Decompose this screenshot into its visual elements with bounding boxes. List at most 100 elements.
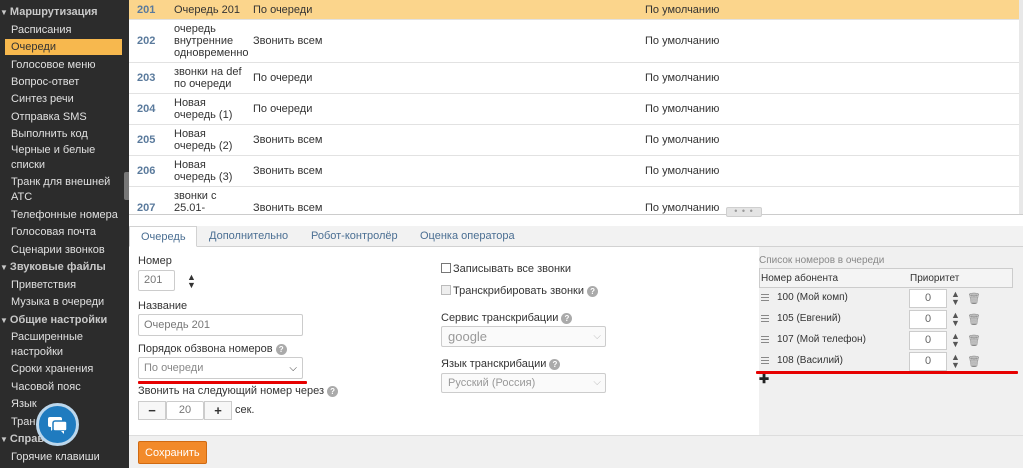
language-select[interactable]: Русский (Россия) ⌵ [441,373,606,393]
priority-input[interactable]: 0 [909,331,947,350]
service-label: Сервис транскрибации? [441,312,573,324]
sidebar-item-retention[interactable]: Сроки хранения [5,361,122,377]
drag-handle-icon[interactable] [761,315,769,322]
sidebar-item-schedules[interactable]: Расписания [5,22,122,38]
sidebar-item-ivr[interactable]: Голосовое меню [5,57,122,73]
sidebar-item-hold-music[interactable]: Музыка в очереди [5,294,122,310]
triangle-down-icon: ▼ [0,435,8,444]
members-title: Список номеров в очереди [759,255,885,266]
tab-robot-controller[interactable]: Робот-контролёр [311,226,398,247]
queue-number: 202 [137,35,156,47]
table-scrollbar[interactable] [1019,0,1023,214]
sidebar-item-sms[interactable]: Отправка SMS [5,109,122,125]
queue-name: Новая очередь (1) [174,97,233,121]
member-name: 100 (Мой комп) [777,292,848,303]
sidebar-item-hotkeys[interactable]: Горячие клавиши [5,449,122,465]
sidebar-item-tts[interactable]: Синтез речи [5,91,122,107]
sidebar-item-advanced[interactable]: Расширенные настройки [5,330,122,360]
priority-input[interactable]: 0 [909,352,947,371]
drag-handle-icon[interactable] [761,357,769,364]
trash-icon[interactable]: 🗑 [967,355,981,368]
sidebar-item-call-scenarios[interactable]: Сценарии звонков [5,242,122,258]
priority-stepper-icon[interactable]: ▲ ▼ [951,290,960,307]
sidebar-item-phone-numbers[interactable]: Телефонные номера [5,207,122,223]
record-all-checkbox[interactable] [441,263,451,273]
tab-operator-rating[interactable]: Оценка оператора [420,226,515,247]
decrement-button[interactable]: − [138,401,166,420]
drag-handle-icon[interactable] [761,294,769,301]
queue-table: 201 Очередь 201 По очереди По умолчанию … [129,0,1023,215]
tab-bar: Очередь Дополнительно Робот-контролёр Оц… [129,226,1023,247]
table-row[interactable]: 205 Новая очередь (2) Звонить всем По ум… [129,125,1023,156]
list-item[interactable]: 107 (Мой телефон) 0 ▲ ▼ 🗑 [759,330,1013,351]
trash-icon[interactable]: 🗑 [967,334,981,347]
sidebar-section-sounds[interactable]: ▼ Звуковые файлы [0,261,106,273]
table-row[interactable]: 206 Новая очередь (3) Звонить всем По ум… [129,156,1023,187]
table-row[interactable]: 204 Новая очередь (1) По очереди По умол… [129,94,1023,125]
sidebar-item-exec-code[interactable]: Выполнить код [5,126,122,142]
seconds-label: сек. [235,404,255,416]
sidebar-item-greetings[interactable]: Приветствия [5,277,122,293]
queue-number: 201 [137,4,156,16]
service-select[interactable]: google ⌵ [441,326,606,347]
sidebar-item-trunk[interactable]: Транк для внешней АТС [5,175,122,205]
trash-icon[interactable]: 🗑 [967,292,981,305]
priority-input[interactable]: 0 [909,310,947,329]
chat-button[interactable] [36,403,79,446]
name-input[interactable]: Очередь 201 [138,314,303,336]
priority-input[interactable]: 0 [909,289,947,308]
list-item[interactable]: 105 (Евгений) 0 ▲ ▼ 🗑 [759,309,1013,330]
number-stepper-icon[interactable]: ▲ ▼ [187,273,196,290]
help-icon[interactable]: ? [587,285,599,297]
priority-stepper-icon[interactable]: ▲ ▼ [951,332,960,349]
tab-queue[interactable]: Очередь [129,226,197,247]
priority-stepper-icon[interactable]: ▲ ▼ [951,311,960,328]
transcribe-label: Транскрибировать звонки? [453,285,599,297]
help-icon[interactable]: ? [561,312,573,324]
member-name: 107 (Мой телефон) [777,334,866,345]
queue-strategy: По умолчанию [645,35,720,47]
sidebar-item-timezone[interactable]: Часовой пояс [5,379,122,395]
list-item[interactable]: 100 (Мой комп) 0 ▲ ▼ 🗑 [759,288,1013,309]
sidebar-item-qa[interactable]: Вопрос-ответ [5,74,122,90]
queue-name: очередь внутренние одновременно [174,23,249,59]
queue-strategy: По умолчанию [645,165,720,177]
triangle-down-icon: ▼ [0,316,8,325]
priority-stepper-icon[interactable]: ▲ ▼ [951,353,960,370]
splitter-handle[interactable]: • • • [726,207,762,217]
queue-name: Новая очередь (3) [174,159,233,183]
trash-icon[interactable]: 🗑 [967,313,981,326]
table-row[interactable]: 207 звонки с 25.01- Звонить всем По умол… [129,187,1023,214]
next-number-delay-input[interactable]: 20 [166,401,204,420]
add-member-icon[interactable]: ✚ [759,372,769,386]
member-name: 105 (Евгений) [777,313,841,324]
transcribe-checkbox[interactable] [441,285,451,295]
sidebar-section-routing[interactable]: ▼ Маршрутизация [0,6,98,18]
help-icon[interactable]: ? [275,343,287,355]
sidebar-section-help[interactable]: ▼ Справ [0,433,44,445]
sidebar-item-blacklists[interactable]: Черные и белые списки [5,143,122,173]
number-label: Номер [138,255,172,267]
drag-handle-icon[interactable] [761,336,769,343]
queue-mode: По очереди [253,72,313,84]
table-row[interactable]: 201 Очередь 201 По очереди По умолчанию [129,0,1023,20]
increment-button[interactable]: + [204,401,232,420]
sidebar-item-queues[interactable]: Очереди [5,39,122,55]
sidebar-item-voicemail[interactable]: Голосовая почта [5,224,122,240]
queue-mode: Звонить всем [253,165,323,177]
table-row[interactable]: 203 звонки на def по очереди По очереди … [129,63,1023,94]
tab-additional[interactable]: Дополнительно [209,226,288,247]
annotation-underline [138,381,307,384]
queue-number: 203 [137,72,156,84]
queue-mode: По очереди [253,103,313,115]
number-input[interactable]: 201 [138,270,175,291]
help-icon[interactable]: ? [549,358,561,370]
order-select[interactable]: По очереди ⌵ [138,357,303,379]
table-row[interactable]: 202 очередь внутренние одновременно Звон… [129,20,1023,63]
chevron-down-icon: ⌵ [593,331,601,342]
help-icon[interactable]: ? [327,385,339,397]
save-button[interactable]: Сохранить [138,441,207,464]
col-number-header: Номер абонента [761,273,839,284]
list-item[interactable]: 108 (Василий) 0 ▲ ▼ 🗑 [759,351,1013,372]
sidebar-section-general[interactable]: ▼ Общие настройки [0,314,107,326]
